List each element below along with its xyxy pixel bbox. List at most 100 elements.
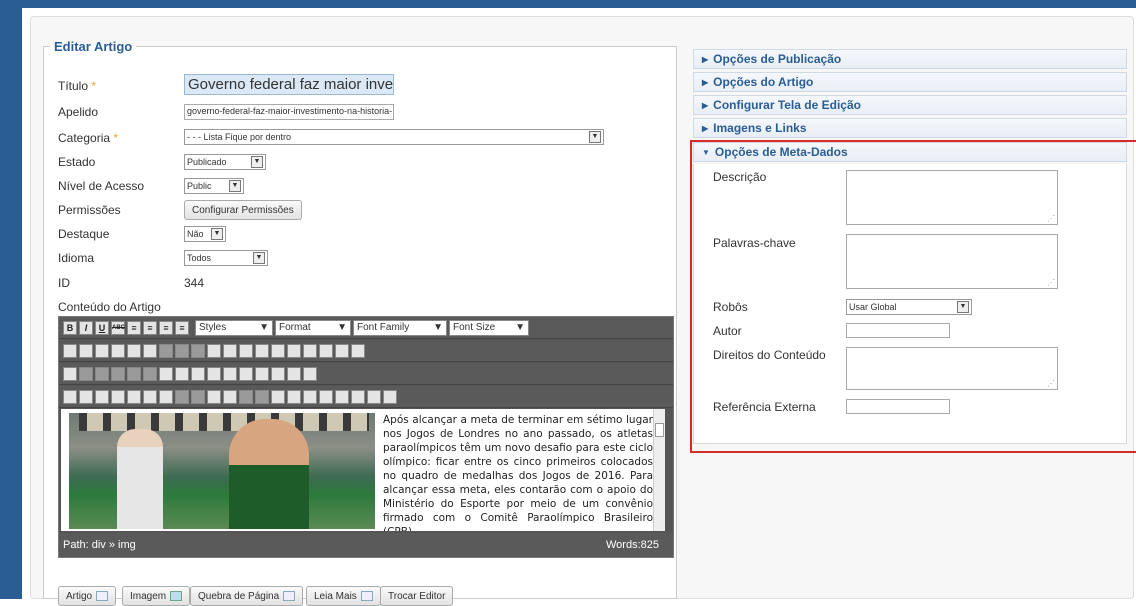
- idioma-label: Idioma: [58, 251, 95, 265]
- ins-icon[interactable]: [271, 389, 285, 404]
- insert-time-icon[interactable]: [303, 343, 317, 358]
- select-all-icon[interactable]: [143, 389, 157, 404]
- pagebreak-icon[interactable]: [383, 389, 397, 404]
- leia-mais-button[interactable]: Leia Mais: [306, 586, 381, 606]
- nivel-acesso-select[interactable]: Public ▼: [184, 178, 244, 194]
- show-blocks-icon[interactable]: [319, 389, 333, 404]
- numbered-list-icon[interactable]: [111, 343, 125, 358]
- categoria-select[interactable]: - - - Lista Fique por dentro ▼: [184, 129, 604, 145]
- referencia-externa-input[interactable]: [846, 399, 950, 414]
- split-cells-icon[interactable]: [143, 366, 157, 381]
- editor-scrollbar[interactable]: [653, 409, 665, 531]
- strikethrough-icon[interactable]: ABC: [111, 320, 125, 335]
- outdent-icon[interactable]: [127, 343, 141, 358]
- editar-artigo-fieldset: Editar Artigo Título * Governo federal f…: [43, 39, 677, 606]
- styleprops-icon[interactable]: [223, 389, 237, 404]
- font-family-select[interactable]: Font Family ▼: [353, 319, 447, 336]
- cut-icon[interactable]: [63, 389, 77, 404]
- paste-icon[interactable]: [95, 389, 109, 404]
- resize-grip-icon: ⋰: [1047, 379, 1055, 388]
- replace-icon[interactable]: [79, 343, 93, 358]
- bullet-list-icon[interactable]: [95, 343, 109, 358]
- del-icon[interactable]: [287, 389, 301, 404]
- align-left-icon[interactable]: ≡: [127, 320, 141, 335]
- conteudo-label: Conteúdo do Artigo: [58, 300, 161, 314]
- titulo-input[interactable]: Governo federal faz maior investim: [184, 74, 394, 95]
- preview-icon[interactable]: [335, 389, 349, 404]
- align-justify-icon[interactable]: ≡: [175, 320, 189, 335]
- text-color-icon[interactable]: [319, 343, 333, 358]
- insert-date-icon[interactable]: [287, 343, 301, 358]
- font-size-select[interactable]: Font Size ▼: [449, 319, 529, 336]
- ltr-icon[interactable]: [287, 366, 301, 381]
- idioma-select[interactable]: Todos ▼: [184, 250, 268, 266]
- highlight-color-icon[interactable]: [335, 343, 349, 358]
- cleanup-icon[interactable]: [239, 343, 253, 358]
- editor-content-area[interactable]: Após alcançar a meta de terminar em séti…: [61, 409, 665, 531]
- align-right-icon[interactable]: ≡: [159, 320, 173, 335]
- abbr-icon[interactable]: [255, 389, 269, 404]
- panel-configurar-tela[interactable]: ▶ Configurar Tela de Edição: [693, 95, 1127, 115]
- emoticon-icon[interactable]: [255, 366, 269, 381]
- subscript-icon[interactable]: [207, 366, 221, 381]
- undo-icon[interactable]: [159, 343, 173, 358]
- table-cell-icon[interactable]: [111, 366, 125, 381]
- horizontal-rule-icon[interactable]: [159, 366, 173, 381]
- panel-opcoes-publicacao[interactable]: ▶ Opções de Publicação: [693, 49, 1127, 69]
- template-icon[interactable]: [351, 389, 365, 404]
- autor-input[interactable]: [846, 323, 950, 338]
- italic-icon[interactable]: I: [79, 320, 93, 335]
- fullscreen-icon[interactable]: [351, 343, 365, 358]
- artigo-button[interactable]: Artigo: [58, 586, 117, 606]
- palavras-chave-textarea[interactable]: ⋰: [846, 234, 1058, 289]
- copy-icon[interactable]: [79, 389, 93, 404]
- apelido-input[interactable]: governo-federal-faz-maior-investimento-n…: [184, 104, 394, 120]
- absolute-icon[interactable]: [207, 389, 221, 404]
- bold-icon[interactable]: B: [63, 320, 77, 335]
- scrollbar-thumb[interactable]: [655, 423, 664, 437]
- cite-icon[interactable]: [239, 389, 253, 404]
- direitos-conteudo-textarea[interactable]: ⋰: [846, 347, 1058, 390]
- visual-aid-icon[interactable]: [191, 366, 205, 381]
- move-backward-icon[interactable]: [191, 389, 205, 404]
- destaque-select[interactable]: Não ▼: [184, 226, 226, 242]
- media-icon[interactable]: [271, 366, 285, 381]
- layer-icon[interactable]: [159, 389, 173, 404]
- panel-imagens-links[interactable]: ▶ Imagens e Links: [693, 118, 1127, 138]
- anchor-icon[interactable]: [207, 343, 221, 358]
- robos-select[interactable]: Usar Global ▼: [846, 299, 972, 315]
- remove-format-icon[interactable]: [175, 366, 189, 381]
- align-center-icon[interactable]: ≡: [143, 320, 157, 335]
- paste-word-icon[interactable]: [127, 389, 141, 404]
- table-row-icon[interactable]: [95, 366, 109, 381]
- format-select[interactable]: Format ▼: [275, 319, 351, 336]
- edit-icon[interactable]: [63, 366, 77, 381]
- configurar-permissoes-button[interactable]: Configurar Permissões: [184, 200, 302, 220]
- special-char-icon[interactable]: [239, 366, 253, 381]
- descricao-textarea[interactable]: ⋰: [846, 170, 1058, 225]
- trocar-editor-button[interactable]: Trocar Editor: [380, 586, 454, 606]
- superscript-icon[interactable]: [223, 366, 237, 381]
- image-icon[interactable]: [223, 343, 237, 358]
- merge-cells-icon[interactable]: [127, 366, 141, 381]
- redo-icon[interactable]: [175, 343, 189, 358]
- html-icon[interactable]: [271, 343, 285, 358]
- imagem-button[interactable]: Imagem: [122, 586, 191, 606]
- article-text[interactable]: Após alcançar a meta de terminar em séti…: [383, 413, 653, 531]
- direitos-conteudo-label: Direitos do Conteúdo: [713, 348, 826, 362]
- table-icon[interactable]: [79, 366, 93, 381]
- help-icon[interactable]: [255, 343, 269, 358]
- panel-opcoes-artigo[interactable]: ▶ Opções do Artigo: [693, 72, 1127, 92]
- underline-icon[interactable]: U: [95, 320, 109, 335]
- estado-select[interactable]: Publicado ▼: [184, 154, 266, 170]
- unlink-icon[interactable]: [191, 343, 205, 358]
- move-forward-icon[interactable]: [175, 389, 189, 404]
- find-icon[interactable]: [63, 343, 77, 358]
- rtl-icon[interactable]: [303, 366, 317, 381]
- blockquote-icon[interactable]: [367, 389, 381, 404]
- attribs-icon[interactable]: [303, 389, 317, 404]
- styles-select[interactable]: Styles ▼: [195, 319, 273, 336]
- quebra-pagina-button[interactable]: Quebra de Página: [190, 586, 304, 606]
- paste-text-icon[interactable]: [111, 389, 125, 404]
- indent-icon[interactable]: [143, 343, 157, 358]
